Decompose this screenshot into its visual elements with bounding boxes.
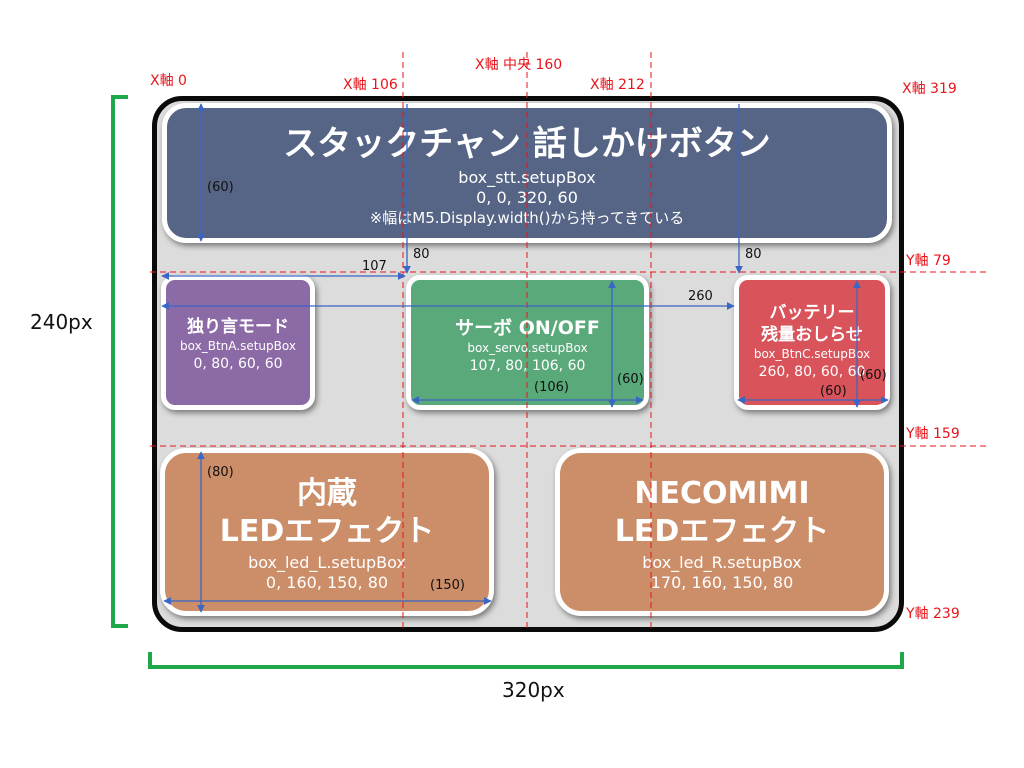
servo-width-label: (106): [534, 380, 569, 395]
ledL-height-label: (80): [207, 465, 234, 480]
btnC-width-label: (60): [820, 384, 847, 399]
ledL-width-label: (150): [430, 578, 465, 593]
servo-height-label: (60): [617, 372, 644, 387]
width-bracket: [148, 652, 904, 669]
stt-height-label: (60): [207, 180, 234, 195]
arrow-80-right-label: 80: [745, 247, 762, 262]
btnC-height-label: (60): [860, 368, 887, 383]
arrow-80-left-label: 80: [413, 247, 430, 262]
annotation-overlay: [111, 52, 990, 669]
x260-label: 260: [688, 289, 713, 304]
height-bracket: [111, 95, 128, 628]
x107-label: 107: [362, 259, 387, 274]
